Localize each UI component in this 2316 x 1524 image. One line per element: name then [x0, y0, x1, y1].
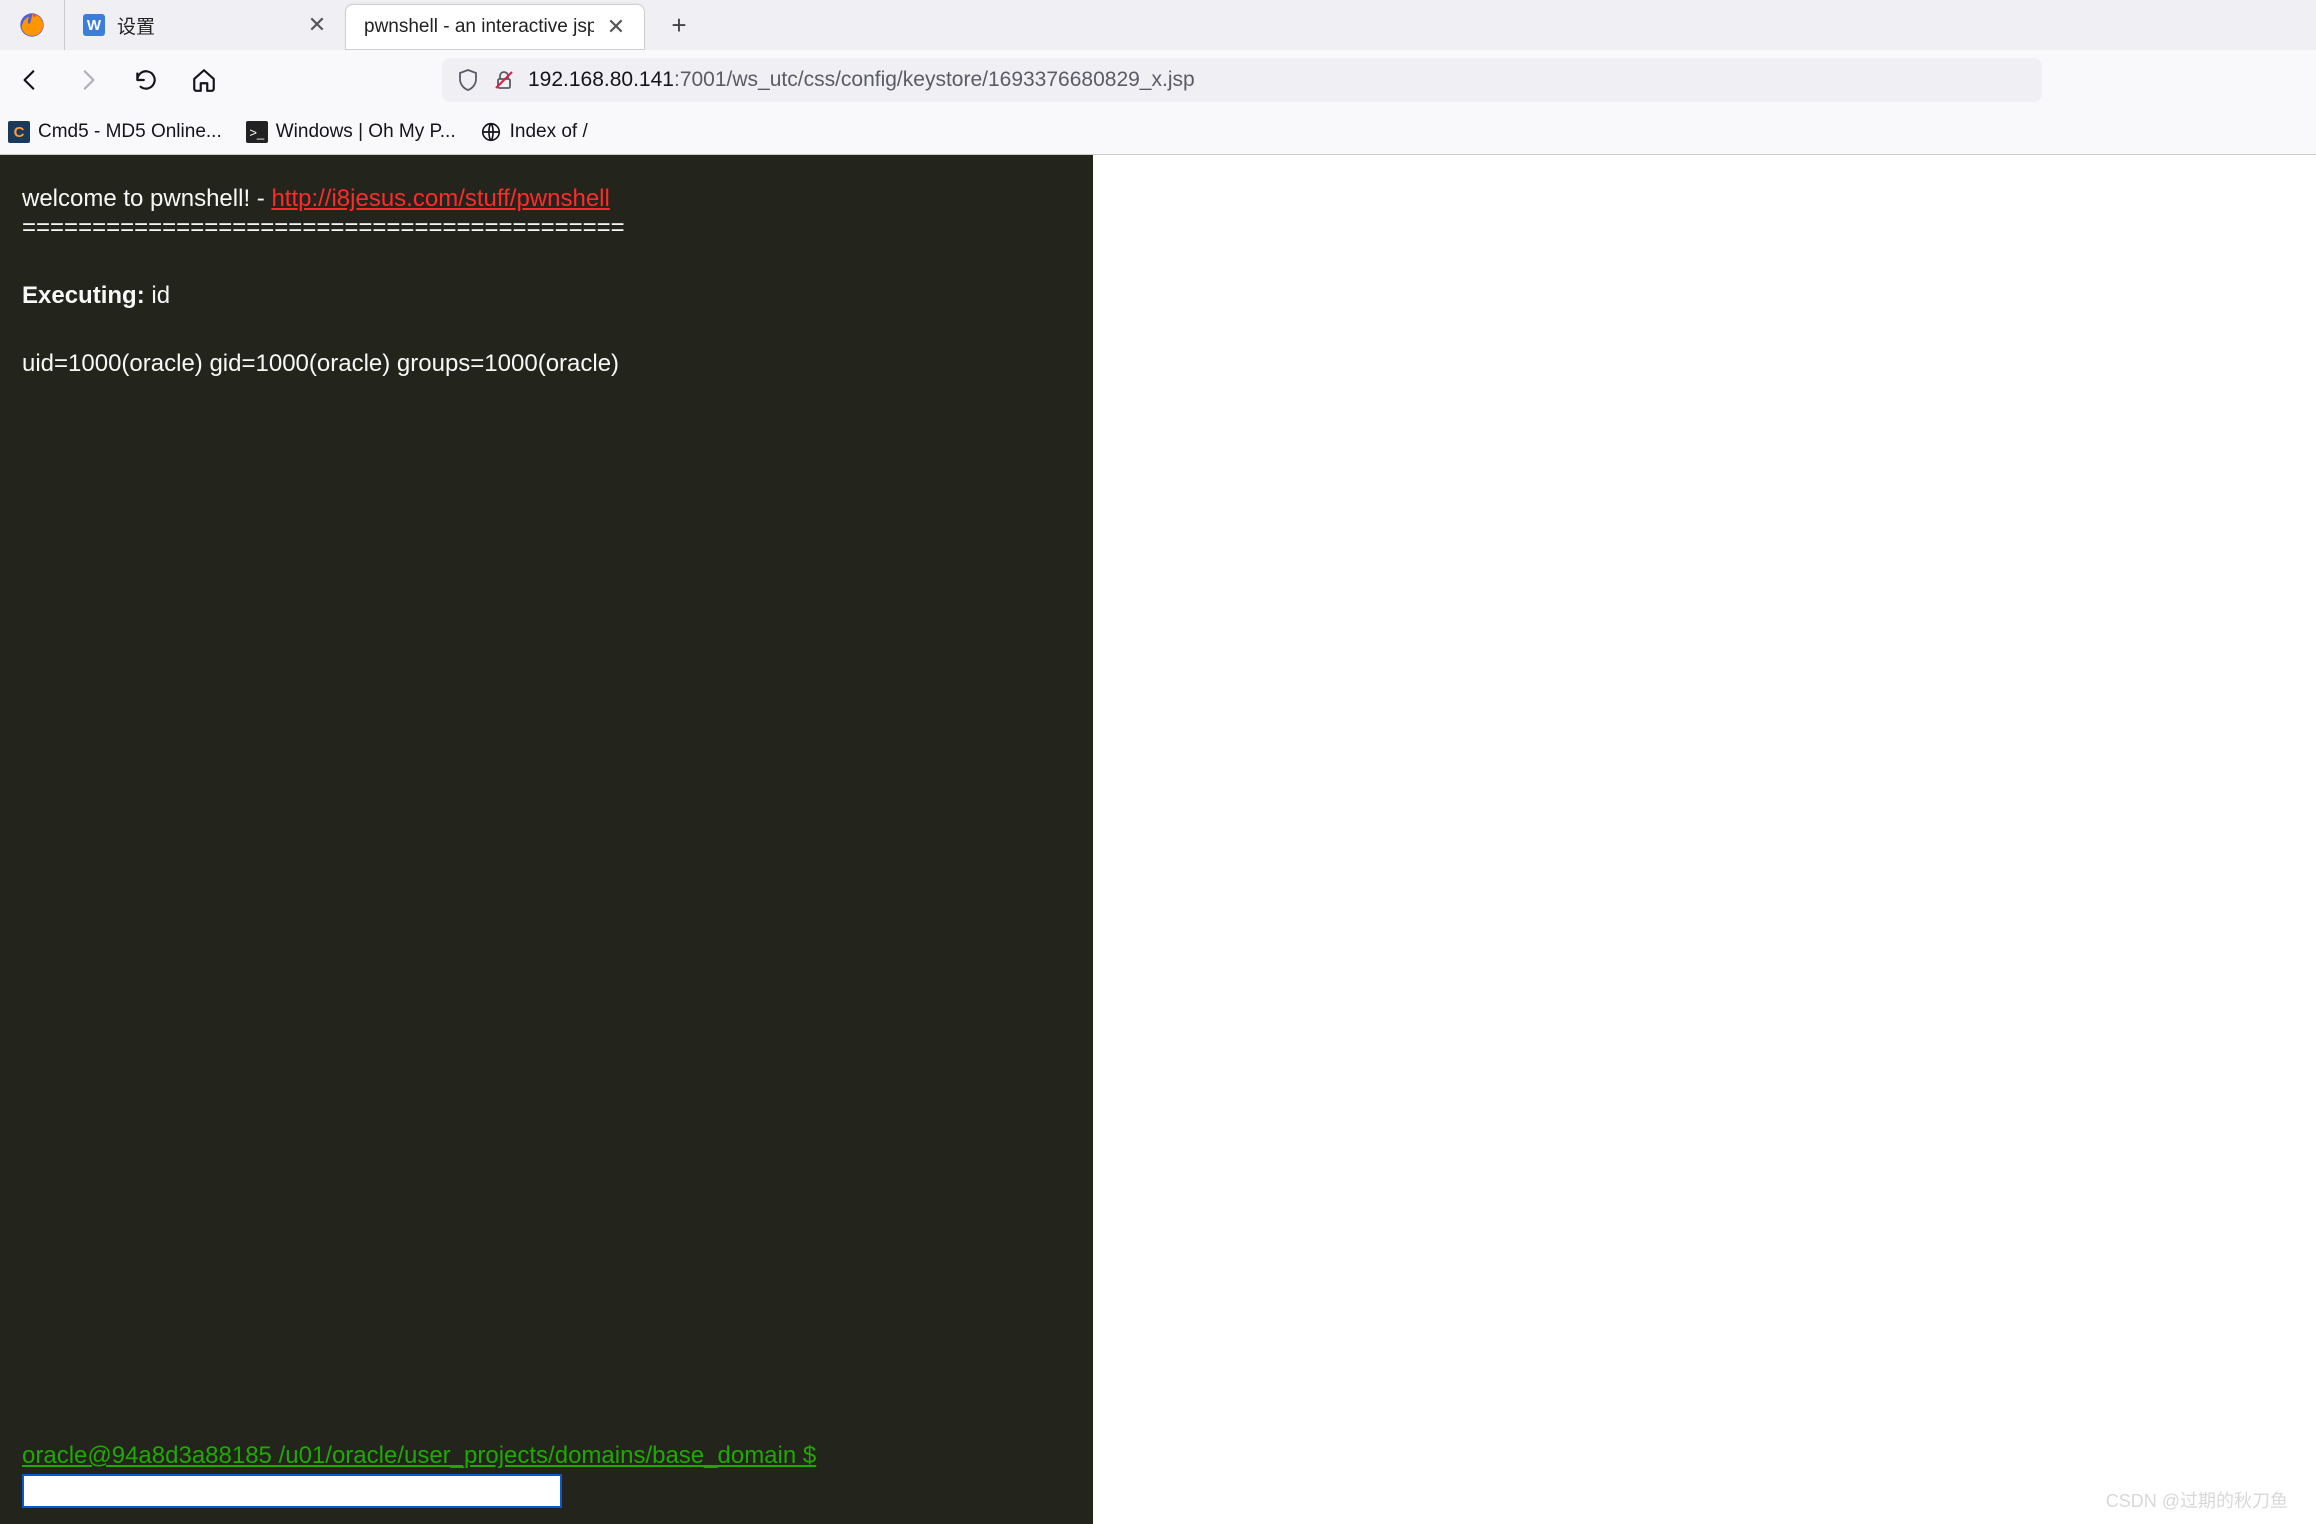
close-icon[interactable]: ✕ — [307, 15, 327, 35]
shell-output: uid=1000(oracle) gid=1000(oracle) groups… — [22, 350, 1071, 378]
globe-icon — [480, 121, 502, 143]
shell-panel: welcome to pwnshell! - http://i8jesus.co… — [0, 155, 1093, 1524]
shell-welcome: welcome to pwnshell! - http://i8jesus.co… — [22, 183, 1071, 214]
bookmark-label: Windows | Oh My P... — [276, 121, 456, 143]
home-icon — [191, 67, 217, 93]
arrow-right-icon — [75, 67, 101, 93]
tab-pwnshell[interactable]: pwnshell - an interactive jsp shell ✕ — [345, 4, 645, 50]
forward-button[interactable] — [68, 60, 108, 100]
toolbar: 192.168.80.141:7001/ws_utc/css/config/ke… — [0, 50, 2316, 110]
browser-chrome: W 设置 ✕ pwnshell - an interactive jsp she… — [0, 0, 2316, 155]
tab-title: 设置 — [117, 12, 295, 39]
url-bar[interactable]: 192.168.80.141:7001/ws_utc/css/config/ke… — [442, 58, 2042, 102]
shield-icon — [456, 68, 480, 92]
tab-settings[interactable]: W 设置 ✕ — [65, 0, 345, 50]
bookmark-indexof[interactable]: Index of / — [480, 121, 588, 143]
shell-input[interactable] — [22, 1474, 562, 1508]
content-area: welcome to pwnshell! - http://i8jesus.co… — [0, 155, 2316, 1524]
close-icon[interactable]: ✕ — [606, 17, 626, 37]
exec-cmd: id — [145, 282, 170, 309]
weblogic-favicon: W — [83, 14, 105, 36]
firefox-icon — [19, 12, 45, 38]
cmd5-icon: C — [8, 121, 30, 143]
bookmark-label: Index of / — [510, 121, 588, 143]
back-button[interactable] — [10, 60, 50, 100]
home-button[interactable] — [184, 60, 224, 100]
watermark: CSDN @过期的秋刀鱼 — [2106, 1487, 2288, 1513]
bookmark-cmd5[interactable]: C Cmd5 - MD5 Online... — [8, 121, 222, 143]
bookmark-label: Cmd5 - MD5 Online... — [38, 121, 222, 143]
tab-title: pwnshell - an interactive jsp shell — [364, 16, 594, 38]
terminal-icon: >_ — [246, 121, 268, 143]
reload-button[interactable] — [126, 60, 166, 100]
shell-divider: ========================================… — [22, 214, 1071, 242]
bookmark-ohmyposh[interactable]: >_ Windows | Oh My P... — [246, 121, 456, 143]
shell-prompt: oracle@94a8d3a88185 /u01/oracle/user_pro… — [22, 1442, 1071, 1470]
bookmarks-bar: C Cmd5 - MD5 Online... >_ Windows | Oh M… — [0, 110, 2316, 154]
new-tab-button[interactable]: + — [657, 3, 701, 47]
shell-bottom: oracle@94a8d3a88185 /u01/oracle/user_pro… — [22, 1442, 1071, 1508]
shell-exec-line: Executing: id — [22, 282, 1071, 310]
tab-strip: W 设置 ✕ pwnshell - an interactive jsp she… — [0, 0, 2316, 50]
exec-label: Executing: — [22, 282, 145, 309]
arrow-left-icon — [17, 67, 43, 93]
pwnshell-link[interactable]: http://i8jesus.com/stuff/pwnshell — [271, 185, 609, 212]
url-text: 192.168.80.141:7001/ws_utc/css/config/ke… — [528, 68, 1195, 92]
insecure-lock-icon — [492, 68, 516, 92]
reload-icon — [133, 67, 159, 93]
pinned-tab-firefox[interactable] — [0, 0, 65, 50]
